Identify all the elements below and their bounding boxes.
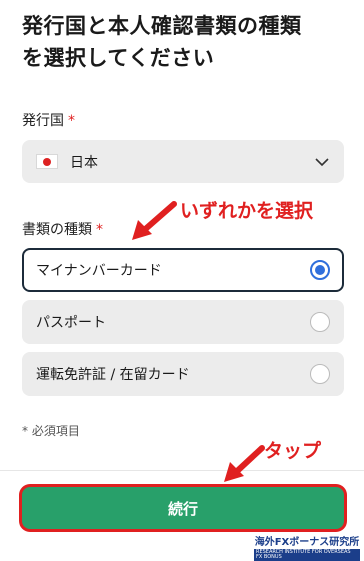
radio-selected-icon[interactable] xyxy=(310,260,330,280)
japan-flag-icon xyxy=(36,154,58,169)
required-mark: * xyxy=(96,222,103,238)
country-label-text: 発行国 xyxy=(22,113,64,129)
arrow-icon xyxy=(132,201,177,240)
page-title: 発行国と本人確認書類の種類 を選択してください xyxy=(22,14,302,70)
country-select-value: 日本 xyxy=(70,154,98,171)
tap-hint-annotation: タップ xyxy=(264,440,322,462)
continue-button[interactable]: 続行 xyxy=(22,487,344,529)
option-passport[interactable]: パスポート xyxy=(22,300,344,344)
watermark-logo: 海外FXボーナス研究所 RESEARCH INSTITUTE FOR OVERS… xyxy=(254,537,360,561)
select-hint-annotation: いずれかを選択 xyxy=(180,200,314,222)
divider xyxy=(0,470,364,471)
radio-unselected-icon[interactable] xyxy=(310,312,330,332)
document-type-field-label: 書類の種類 * xyxy=(22,219,103,239)
radio-unselected-icon[interactable] xyxy=(310,364,330,384)
watermark-main-text: 海外FXボーナス研究所 xyxy=(254,537,360,548)
document-type-label-text: 書類の種類 xyxy=(22,222,92,238)
chevron-down-icon xyxy=(315,158,329,167)
required-note: * 必須項目 xyxy=(22,424,80,438)
option-label: 運転免許証 / 在留カード xyxy=(36,367,190,383)
option-my-number-card[interactable]: マイナンバーカード xyxy=(22,248,344,292)
country-select[interactable]: 日本 xyxy=(22,140,344,183)
required-mark: * xyxy=(68,113,75,129)
option-drivers-license[interactable]: 運転免許証 / 在留カード xyxy=(22,352,344,396)
country-field-label: 発行国 * xyxy=(22,110,75,130)
watermark-sub-text: RESEARCH INSTITUTE FOR OVERSEAS FX BONUS xyxy=(254,549,360,561)
arrow-icon xyxy=(224,445,265,482)
option-label: パスポート xyxy=(36,315,106,331)
option-label: マイナンバーカード xyxy=(36,263,162,279)
